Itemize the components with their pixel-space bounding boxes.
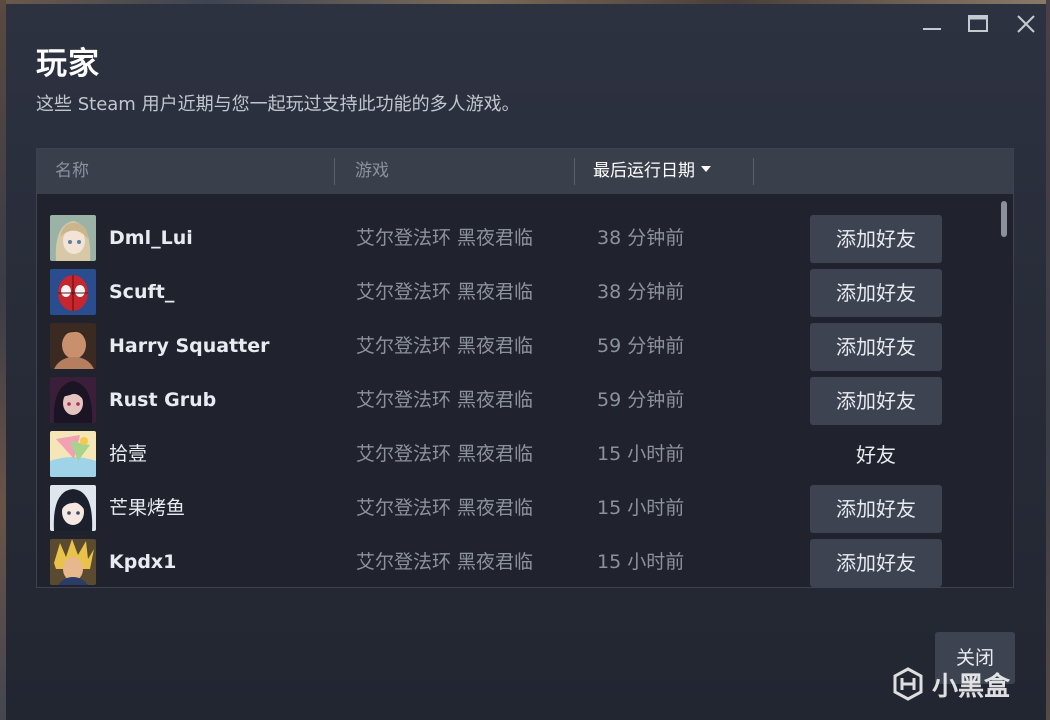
player-game: 艾尔登法环 黑夜君临 — [356, 281, 534, 303]
anime-dark-hair-avatar[interactable] — [50, 485, 96, 531]
player-game: 艾尔登法环 黑夜君临 — [356, 551, 534, 573]
spiky-hair-avatar[interactable] — [50, 539, 96, 585]
player-last-played: 38 分钟前 — [597, 281, 685, 303]
player-name[interactable]: Kpdx1 — [109, 535, 176, 587]
column-header-date[interactable]: 最后运行日期 — [593, 149, 711, 194]
player-game: 艾尔登法环 黑夜君临 — [356, 335, 534, 357]
player-row: 芒果烤鱼 艾尔登法环 黑夜君临 15 小时前 添加好友 — [37, 481, 997, 533]
player-last-played: 59 分钟前 — [597, 389, 685, 411]
dark-hair-character-avatar[interactable] — [50, 377, 96, 423]
player-name[interactable]: Scuft_ — [109, 265, 174, 319]
add-friend-button[interactable]: 添加好友 — [810, 215, 942, 263]
player-last-played: 15 小时前 — [597, 443, 685, 465]
player-name[interactable]: Harry Squatter — [109, 319, 270, 373]
watermark-logo: 小黑盒 — [890, 660, 1010, 708]
add-friend-button[interactable]: 添加好友 — [810, 323, 942, 371]
column-header-name[interactable]: 名称 — [55, 149, 89, 194]
player-name[interactable]: Dml_Lui — [109, 211, 193, 265]
player-last-played: 15 小时前 — [597, 551, 685, 573]
player-row: Scuft_ 艾尔登法环 黑夜君临 38 分钟前 添加好友 — [37, 265, 997, 317]
player-last-played: 38 分钟前 — [597, 227, 685, 249]
background-edge-left — [0, 0, 6, 720]
dialog-subtitle: 这些 Steam 用户近期与您一起玩过支持此功能的多人游戏。 — [36, 94, 520, 115]
column-divider — [334, 158, 335, 185]
player-row: Harry Squatter 艾尔登法环 黑夜君临 59 分钟前 添加好友 — [37, 319, 997, 371]
add-friend-button[interactable]: 添加好友 — [810, 269, 942, 317]
add-friend-button[interactable]: 添加好友 — [810, 485, 942, 533]
player-name[interactable]: 拾壹 — [109, 427, 147, 481]
minimize-icon[interactable] — [912, 8, 952, 40]
player-last-played: 15 小时前 — [597, 497, 685, 519]
player-row: Kpdx1 艾尔登法环 黑夜君临 15 小时前 添加好友 — [37, 535, 997, 587]
player-name[interactable]: Rust Grub — [109, 373, 216, 427]
scrollbar-thumb[interactable] — [1001, 201, 1007, 237]
player-game: 艾尔登法环 黑夜君临 — [356, 443, 534, 465]
sort-descending-icon — [701, 166, 711, 172]
player-last-played: 59 分钟前 — [597, 335, 685, 357]
cartoon-beach-avatar[interactable] — [50, 431, 96, 477]
anime-girl-avatar[interactable] — [50, 215, 96, 261]
spiderman-avatar[interactable] — [50, 269, 96, 315]
friend-status-label: 好友 — [856, 443, 896, 467]
watermark-text: 小黑盒 — [932, 671, 1011, 702]
column-divider — [574, 158, 575, 185]
scrollbar[interactable] — [1001, 199, 1009, 584]
column-divider — [753, 158, 754, 185]
player-game: 艾尔登法环 黑夜君临 — [356, 389, 534, 411]
players-table: 名称 游戏 最后运行日期 Dml_Lui 艾尔登法环 黑夜君临 38 分钟前 添… — [36, 148, 1014, 588]
add-friend-button[interactable]: 添加好友 — [810, 377, 942, 425]
column-header-date-label: 最后运行日期 — [593, 161, 695, 181]
maximize-icon[interactable] — [958, 8, 998, 40]
add-friend-button[interactable]: 添加好友 — [810, 539, 942, 587]
close-icon[interactable] — [1006, 8, 1046, 40]
player-row: Dml_Lui 艾尔登法环 黑夜君临 38 分钟前 添加好友 — [37, 211, 997, 263]
player-name[interactable]: 芒果烤鱼 — [109, 481, 185, 535]
player-row: 拾壹 艾尔登法环 黑夜君临 15 小时前 好友 — [37, 427, 997, 477]
player-game: 艾尔登法环 黑夜君临 — [356, 227, 534, 249]
background-edge-right — [1046, 0, 1050, 720]
player-row: Rust Grub 艾尔登法环 黑夜君临 59 分钟前 添加好友 — [37, 373, 997, 425]
column-header-game[interactable]: 游戏 — [355, 149, 389, 194]
dialog-title: 玩家 — [36, 46, 100, 82]
table-header: 名称 游戏 最后运行日期 — [37, 149, 1013, 194]
background-strip — [0, 0, 1050, 4]
man-portrait-avatar[interactable] — [50, 323, 96, 369]
heybox-logo-icon — [893, 667, 923, 701]
player-game: 艾尔登法环 黑夜君临 — [356, 497, 534, 519]
players-dialog: 玩家 这些 Steam 用户近期与您一起玩过支持此功能的多人游戏。 名称 游戏 … — [0, 0, 1050, 720]
